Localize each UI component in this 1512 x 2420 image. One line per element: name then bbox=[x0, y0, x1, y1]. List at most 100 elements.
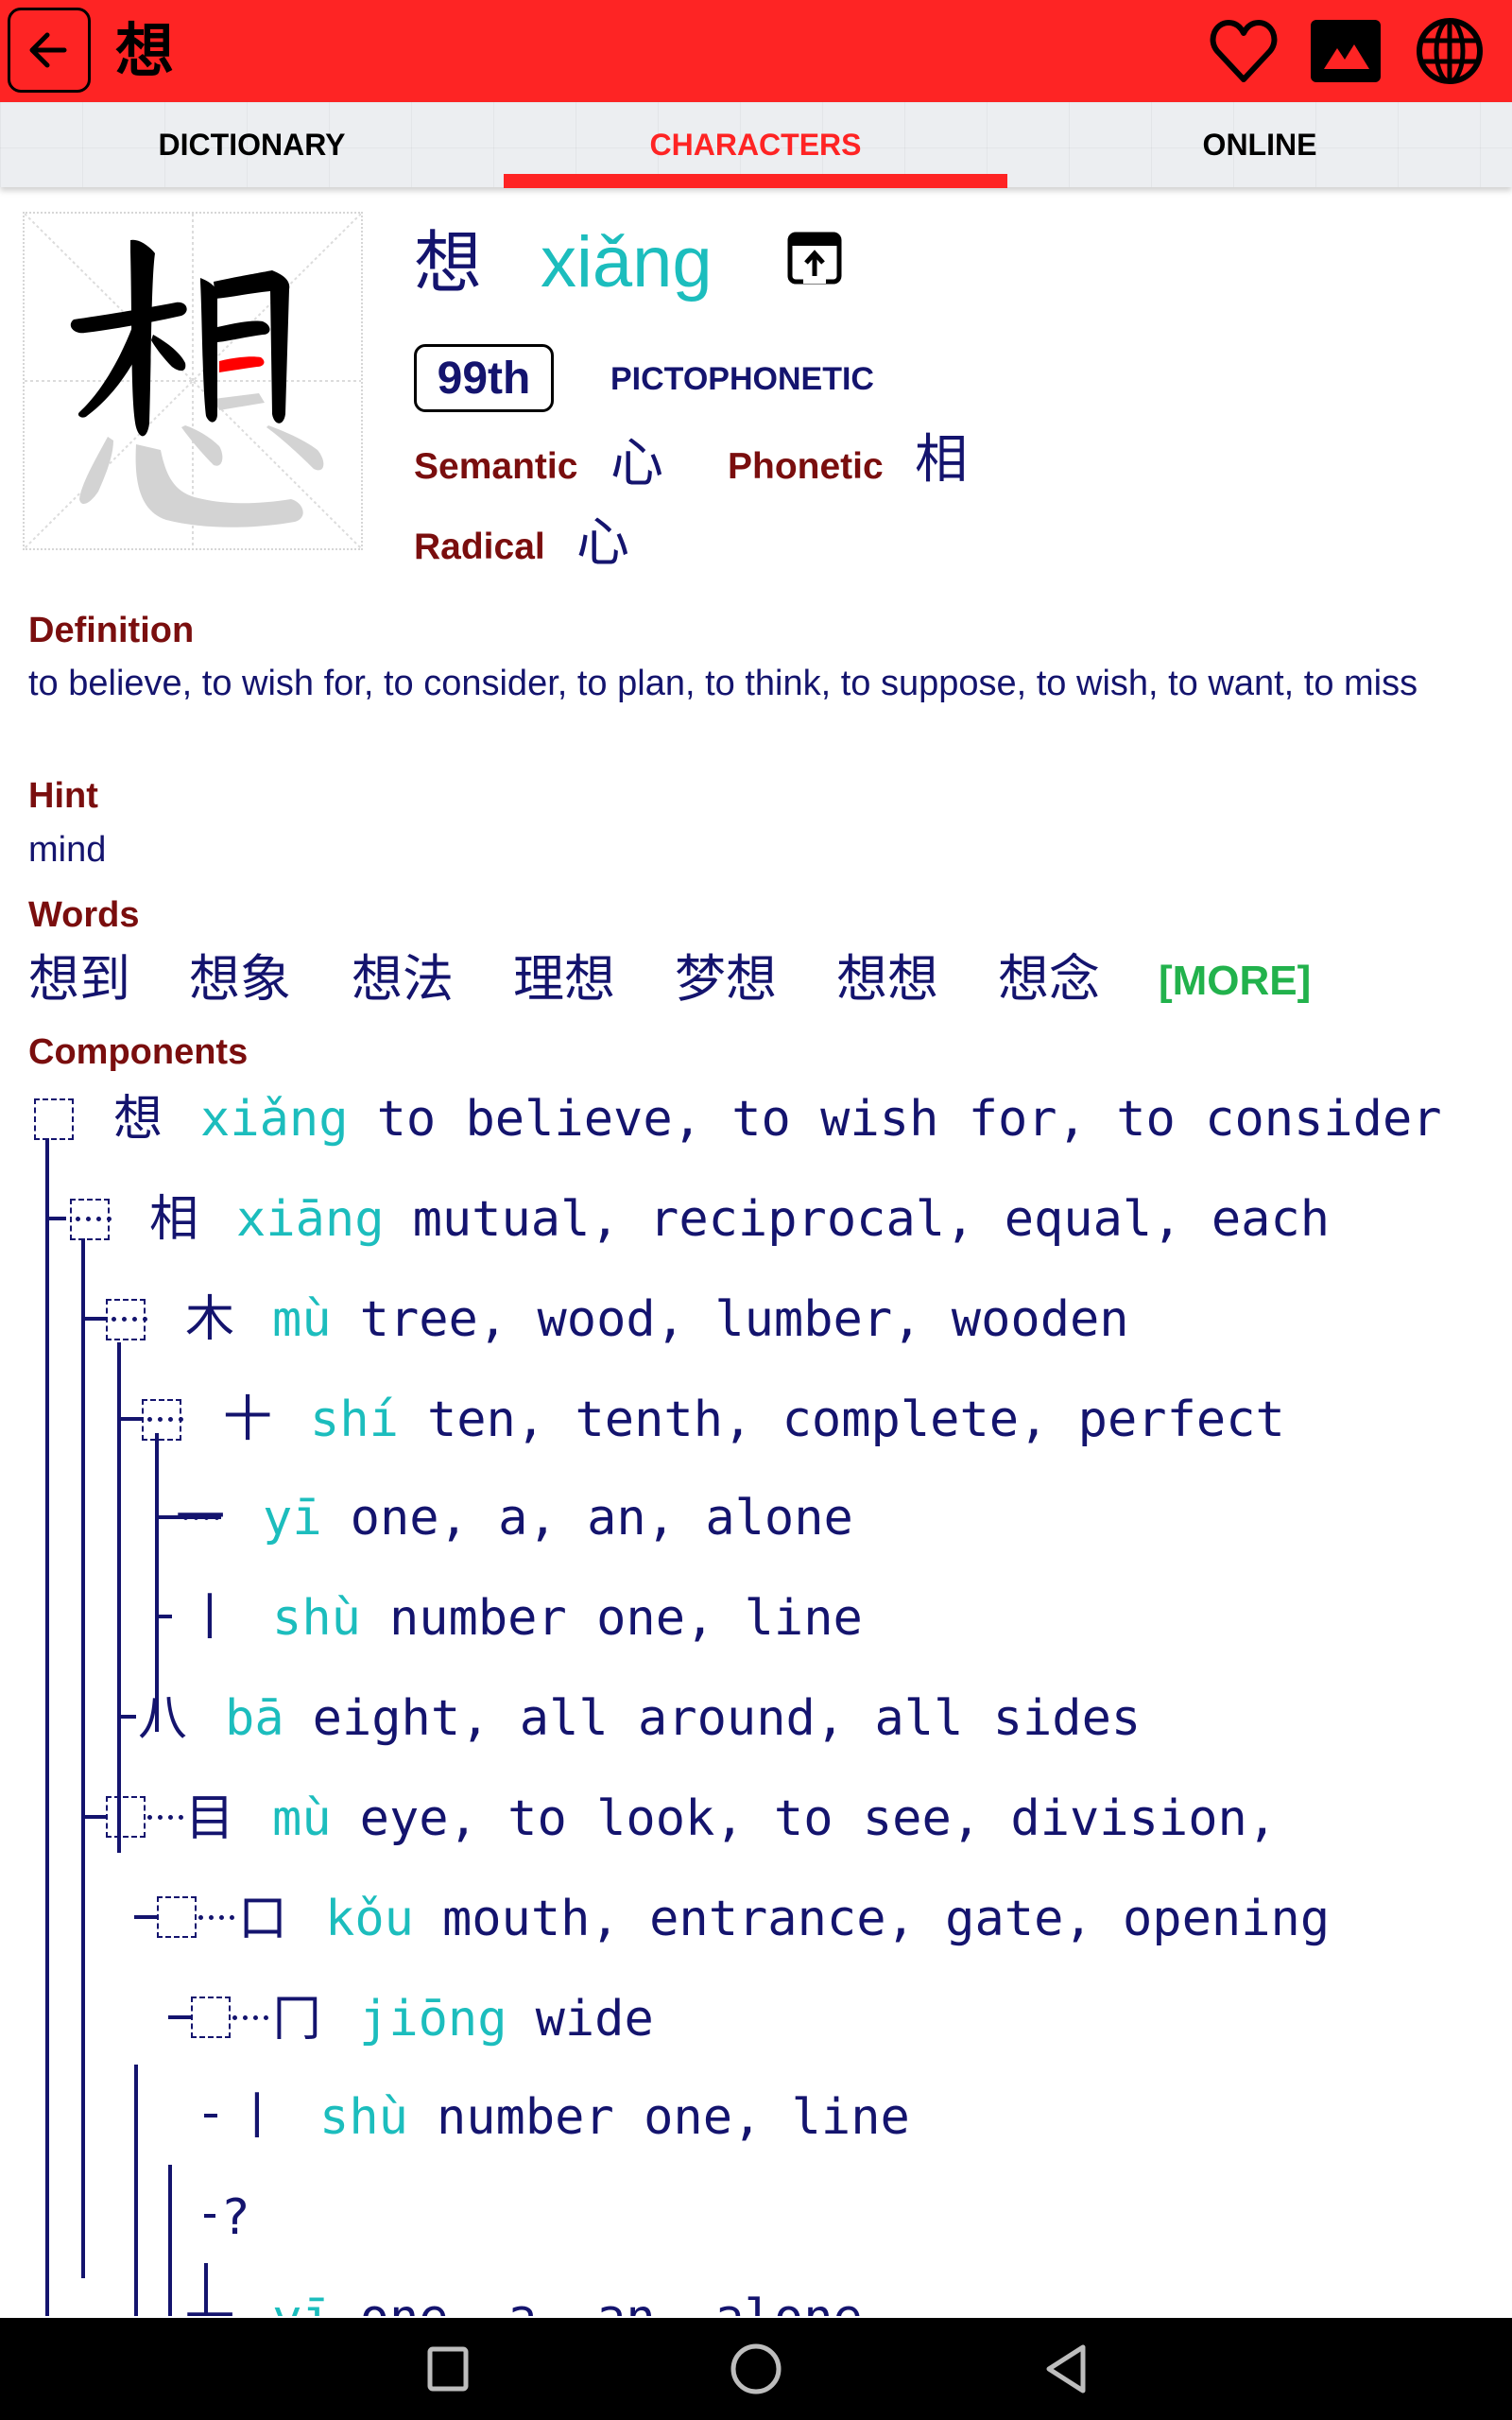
component-row[interactable]: 八 bā eight, all around, all sides bbox=[138, 1681, 1141, 1756]
component-row[interactable]: 一 yī one, a, an, alone bbox=[185, 2280, 863, 2316]
component-row[interactable]: 一 yī one, a, an, alone bbox=[176, 1480, 853, 1556]
component-row[interactable]: 丨 shù number one, line bbox=[232, 2080, 910, 2155]
component-row[interactable]: 丨 shù number one, line bbox=[185, 1581, 863, 1656]
home-button[interactable] bbox=[728, 2342, 784, 2395]
component-char: 相 bbox=[149, 1191, 199, 1248]
component-meaning: one, a, an, alone bbox=[360, 2290, 863, 2316]
component-char: 想 bbox=[113, 1091, 163, 1148]
tree-branch bbox=[117, 1715, 136, 1719]
component-row[interactable]: 口 kǒu mouth, entrance, gate, opening bbox=[238, 1881, 1330, 1957]
component-char: 八 bbox=[138, 1690, 188, 1747]
system-nav-bar bbox=[0, 2318, 1512, 2420]
circle-icon bbox=[730, 2343, 782, 2394]
square-icon bbox=[427, 2346, 469, 2392]
tree-branch bbox=[168, 2015, 191, 2019]
component-tree: 想 xiǎng to believe, to wish for, to consid… bbox=[0, 1068, 1486, 2316]
hint-text: mind bbox=[28, 830, 107, 870]
app-bar: 想 bbox=[0, 0, 1512, 102]
structure-box-icon bbox=[106, 1796, 146, 1838]
tree-branch bbox=[81, 1317, 106, 1321]
recents-button[interactable] bbox=[420, 2342, 476, 2395]
tree-line bbox=[168, 2165, 172, 2316]
done-strokes bbox=[70, 239, 290, 437]
back-button[interactable] bbox=[8, 8, 91, 93]
radical-component[interactable]: 心 bbox=[576, 510, 629, 577]
structure-box-icon bbox=[34, 1098, 74, 1140]
character-pinyin[interactable]: xiǎng bbox=[541, 216, 713, 310]
phonetic-label: Phonetic bbox=[728, 446, 884, 487]
structure-box-icon bbox=[157, 1896, 197, 1938]
component-char: 丨 bbox=[185, 1590, 235, 1647]
tab-online[interactable]: ONLINE bbox=[1007, 102, 1512, 187]
component-meaning: eight, all around, all sides bbox=[312, 1690, 1142, 1747]
pending-strokes bbox=[79, 393, 324, 527]
tab-dictionary[interactable]: DICTIONARY bbox=[0, 102, 504, 187]
tree-branch bbox=[45, 1217, 66, 1220]
component-pinyin: yī bbox=[272, 2290, 332, 2316]
open-character-button[interactable] bbox=[786, 231, 843, 287]
tree-connector bbox=[76, 1217, 112, 1221]
word-link[interactable]: 想象 bbox=[189, 945, 291, 1013]
word-link[interactable]: 梦想 bbox=[675, 945, 777, 1013]
web-button[interactable] bbox=[1414, 15, 1486, 87]
word-link[interactable]: 想念 bbox=[998, 945, 1100, 1013]
component-pinyin: yī bbox=[263, 1490, 322, 1547]
word-link[interactable]: 理想 bbox=[513, 945, 615, 1013]
tab-bar: DICTIONARY CHARACTERS ONLINE bbox=[0, 102, 1512, 188]
character-hanzi: 想 bbox=[414, 223, 483, 302]
component-char: 十 bbox=[223, 1392, 273, 1448]
component-meaning: wide bbox=[535, 1991, 654, 2048]
tree-branch bbox=[204, 2214, 215, 2218]
structure-box-icon bbox=[191, 1996, 231, 2038]
more-words-link[interactable]: [MORE] bbox=[1159, 949, 1311, 1013]
open-external-icon bbox=[787, 232, 842, 285]
tree-branch bbox=[204, 2114, 217, 2118]
component-meaning: ten, tenth, complete, perfect bbox=[426, 1392, 1285, 1448]
character-type: PICTOPHONETIC bbox=[610, 361, 874, 397]
component-pinyin: shù bbox=[272, 1590, 361, 1647]
component-char: 丨 bbox=[232, 2089, 283, 2146]
component-row[interactable]: 想 xiǎng to believe, to wish for, to consid… bbox=[113, 1081, 1442, 1157]
back-nav-button[interactable] bbox=[1038, 2342, 1094, 2395]
stroke-order-image[interactable] bbox=[23, 212, 363, 550]
image-button[interactable] bbox=[1310, 15, 1382, 87]
component-meaning: number one, line bbox=[388, 1590, 863, 1647]
component-row[interactable]: 相 xiāng mutual, reciprocal, equal, each bbox=[149, 1182, 1330, 1257]
component-char: 冂 bbox=[272, 1991, 322, 2048]
component-char: 口 bbox=[238, 1891, 288, 1947]
component-char: 一 bbox=[185, 2290, 234, 2316]
tree-branch bbox=[155, 1615, 172, 1618]
current-stroke bbox=[219, 356, 265, 372]
tree-branch bbox=[117, 1417, 144, 1421]
hint-title: Hint bbox=[28, 776, 98, 816]
word-link[interactable]: 想法 bbox=[352, 945, 454, 1013]
phonetic-component[interactable]: 相 bbox=[915, 427, 968, 493]
semantic-component[interactable]: 心 bbox=[610, 431, 663, 497]
component-char: 一 bbox=[176, 1490, 226, 1547]
triangle-back-icon bbox=[1046, 2344, 1086, 2394]
tree-connector bbox=[198, 1915, 234, 1920]
word-link[interactable]: 想想 bbox=[836, 945, 938, 1013]
component-meaning: number one, line bbox=[436, 2089, 910, 2146]
component-pinyin: mù bbox=[272, 1291, 332, 1348]
globe-icon bbox=[1417, 18, 1483, 84]
component-meaning: mutual, reciprocal, equal, each bbox=[412, 1191, 1331, 1248]
frequency-rank-badge: 99th bbox=[414, 344, 554, 412]
component-row[interactable]: 目 mù eye, to look, to see, division, bbox=[185, 1781, 1277, 1857]
tree-branch bbox=[81, 1815, 108, 1819]
word-link[interactable]: 想到 bbox=[28, 945, 130, 1013]
component-pinyin: jiōng bbox=[359, 1991, 507, 2048]
app-bar-title: 想 bbox=[115, 16, 175, 85]
component-pinyin: bā bbox=[225, 1690, 284, 1747]
component-row[interactable]: 木 mù tree, wood, lumber, wooden bbox=[185, 1282, 1129, 1357]
component-row[interactable]: ? bbox=[223, 2180, 249, 2256]
tree-line bbox=[134, 2065, 138, 2316]
definition-title: Definition bbox=[28, 611, 195, 650]
tree-connector bbox=[147, 1815, 183, 1820]
favorite-button[interactable] bbox=[1208, 15, 1280, 87]
tree-branch bbox=[134, 1915, 157, 1919]
component-meaning: tree, wood, lumber, wooden bbox=[359, 1291, 1129, 1348]
component-meaning: to believe, to wish for, to consider bbox=[376, 1091, 1442, 1148]
component-row[interactable]: 冂 jiōng wide bbox=[272, 1981, 654, 2057]
component-row[interactable]: 十 shí ten, tenth, complete, perfect bbox=[223, 1382, 1285, 1458]
